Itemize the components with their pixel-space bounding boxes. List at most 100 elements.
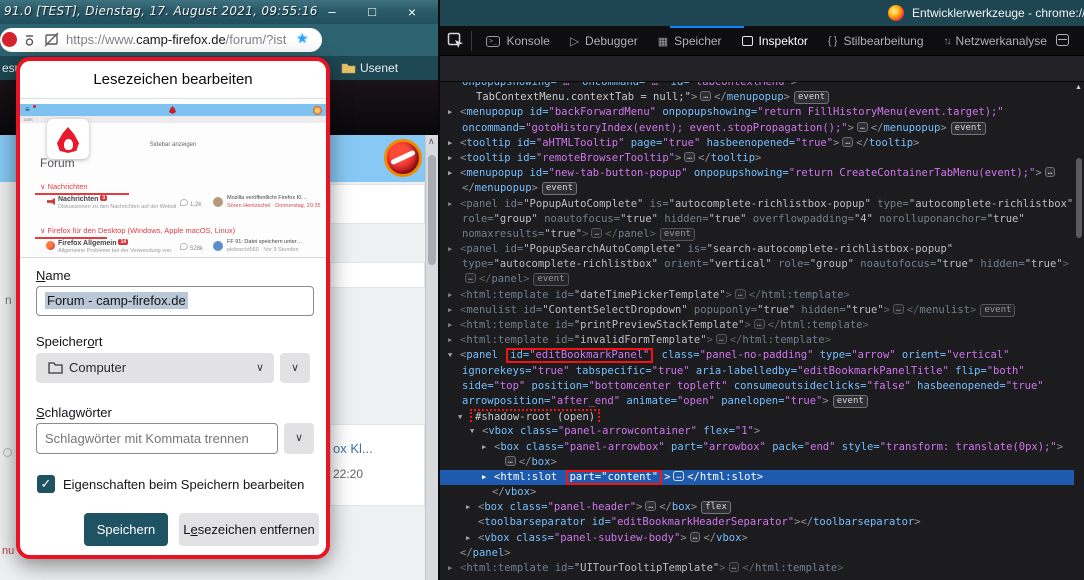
event-badge[interactable]: event <box>951 122 986 135</box>
markup-line[interactable]: ▶<box class="panel-arrowbox" part="arrow… <box>440 440 1074 455</box>
markup-line[interactable]: onpopupshowing="…" oncommand="…" id="tab… <box>440 82 1074 90</box>
event-badge[interactable]: event <box>533 273 568 286</box>
expand-arrow-icon[interactable]: ▶ <box>448 105 460 120</box>
markup-line[interactable]: </panel> <box>440 546 1074 561</box>
markup-line[interactable]: ▶<tooltip id="remoteBrowserTooltip">…</t… <box>440 151 1074 166</box>
ellipsis-badge[interactable]: … <box>645 501 656 511</box>
ellipsis-badge[interactable]: … <box>842 137 853 147</box>
markup-line[interactable]: ▶<tooltip id="aHTMLTooltip" page="true" … <box>440 136 1074 151</box>
markup-line[interactable]: </menupopup>event <box>440 181 1074 196</box>
tab-debugger[interactable]: ▷Debugger <box>560 26 648 56</box>
expand-arrow-icon[interactable]: ▶ <box>448 136 460 151</box>
markup-line[interactable]: type="autocomplete-richlistbox" orient="… <box>440 257 1074 272</box>
markup-line[interactable]: ignorekeys="true" tabspecific="true" ari… <box>440 364 1074 379</box>
expand-arrow-icon[interactable]: ▼ <box>458 410 470 424</box>
ellipsis-badge[interactable]: … <box>857 122 868 132</box>
event-badge[interactable]: event <box>794 91 829 104</box>
markup-line[interactable]: ▶<vbox class="panel-subview-body">…</vbo… <box>440 531 1074 546</box>
markup-line[interactable]: TabContextMenu.contextTab = null;">…</me… <box>440 90 1074 105</box>
expand-arrow-icon[interactable]: ▶ <box>448 288 460 303</box>
ellipsis-badge[interactable]: … <box>465 273 476 283</box>
event-badge[interactable]: flex <box>701 501 731 514</box>
tab-konsole[interactable]: >_Konsole <box>476 26 560 56</box>
blocked-content-icon[interactable] <box>44 32 59 47</box>
url-bar[interactable]: https://www.camp-firefox.de/forum/?ist ★ <box>0 28 322 52</box>
markup-line[interactable]: oncommand="gotoHistoryIndex(event); even… <box>440 121 1074 136</box>
tab-netzwerkanalyse[interactable]: ↑↓Netzwerkanalyse <box>934 26 1057 56</box>
markup-line[interactable]: ▶<menulist id="ContentSelectDropdown" po… <box>440 303 1074 318</box>
bookmark-star-icon[interactable]: ★ <box>296 30 309 47</box>
name-input[interactable]: Forum - camp-firefox.de <box>36 286 314 316</box>
markup-line[interactable]: ▼#shadow-root (open) <box>440 409 1074 424</box>
ellipsis-badge[interactable]: … <box>505 456 516 466</box>
scroll-up-arrow[interactable]: ▲ <box>1075 84 1082 91</box>
markup-line[interactable]: ▶<box class="panel-header">…</box>flex <box>440 500 1074 515</box>
expand-arrow-icon[interactable]: ▶ <box>448 561 460 576</box>
expand-arrow-icon[interactable]: ▶ <box>448 151 460 166</box>
event-badge[interactable]: event <box>660 228 695 241</box>
url-text[interactable]: https://www.camp-firefox.de/forum/?ist <box>66 32 286 47</box>
expand-arrow-icon[interactable]: ▼ <box>470 424 482 439</box>
expand-arrow-icon[interactable]: ▶ <box>448 303 460 318</box>
event-badge[interactable]: event <box>980 304 1015 317</box>
markup-line[interactable]: ▶<html:template id="UITourTooltipTemplat… <box>440 561 1074 576</box>
tab-stilbearbeitung[interactable]: { }Stilbearbeitung <box>818 26 934 56</box>
expand-arrow-icon[interactable]: ▶ <box>448 318 460 333</box>
event-badge[interactable]: event <box>833 395 868 408</box>
expand-arrow-icon[interactable]: ▶ <box>466 500 478 515</box>
page-link-fragment[interactable]: ox Kl... <box>333 441 373 456</box>
ellipsis-badge[interactable]: … <box>684 152 695 162</box>
markup-line[interactable]: arrowposition="after_end" animate="open"… <box>440 394 1074 409</box>
markup-line[interactable]: ▼<vbox class="panel-arrowcontainer" flex… <box>440 424 1074 439</box>
tags-expand-button[interactable]: ∨ <box>284 423 314 454</box>
markup-line[interactable]: ▼<panel id="editBookmarkPanel" class="pa… <box>440 348 1074 363</box>
ellipsis-badge[interactable]: … <box>754 319 765 329</box>
ellipsis-badge[interactable]: … <box>893 304 904 314</box>
markup-line[interactable]: ▶<panel id="PopupAutoComplete" is="autoc… <box>440 197 1074 212</box>
maximize-button[interactable]: □ <box>358 2 386 22</box>
markup-line[interactable]: role="group" noautofocus="true" hidden="… <box>440 212 1074 227</box>
markup-line[interactable]: ▶<html:template id="printPreviewStackTem… <box>440 318 1074 333</box>
bookmark-folder-usenet[interactable]: Usenet <box>360 61 398 75</box>
event-badge[interactable]: event <box>542 182 577 195</box>
tab-inspektor[interactable]: Inspektor <box>732 26 818 56</box>
tags-input[interactable]: Schlagwörter mit Kommata trennen <box>36 423 278 454</box>
markup-line-selected[interactable]: ▶<html:slot part="content">…</html:slot> <box>440 470 1074 485</box>
markup-line[interactable]: …</box> <box>440 455 1074 470</box>
ellipsis-badge[interactable]: … <box>729 562 740 572</box>
expand-arrow-icon[interactable]: ▼ <box>448 348 460 363</box>
page-scrollbar[interactable]: ∧ <box>425 135 438 580</box>
markup-line[interactable]: nomaxresults="true">…</panel>event <box>440 227 1074 242</box>
location-dropdown[interactable]: Computer ∨ <box>36 353 274 383</box>
ellipsis-badge[interactable]: … <box>690 532 701 542</box>
scrollbar-thumb[interactable] <box>1076 158 1082 238</box>
devtools-scrollbar[interactable]: ▲ <box>1074 82 1084 580</box>
minimize-button[interactable]: – <box>318 2 346 22</box>
expand-arrow-icon[interactable]: ▶ <box>482 470 494 485</box>
expand-arrow-icon[interactable]: ▶ <box>448 242 460 257</box>
location-expand-button[interactable]: ∨ <box>280 353 310 383</box>
markup-line[interactable]: </vbox> <box>440 485 1074 500</box>
expand-arrow-icon[interactable]: ▶ <box>466 531 478 546</box>
close-button[interactable]: × <box>398 2 426 22</box>
markup-line[interactable]: ▶<menupopup id="new-tab-button-popup" on… <box>440 166 1074 181</box>
tab-speicher[interactable]: ▦Speicher <box>648 26 732 56</box>
remove-bookmark-button[interactable]: Lesezeichen entfernen <box>179 513 319 546</box>
ellipsis-badge[interactable]: … <box>673 471 684 481</box>
markup-line[interactable]: ▶<html:template id="dateTimePickerTempla… <box>440 288 1074 303</box>
markup-line[interactable]: ▶<html:template id="invalidFormTemplate"… <box>440 333 1074 348</box>
expand-arrow-icon[interactable]: ▶ <box>482 440 494 455</box>
ellipsis-badge[interactable]: … <box>735 289 746 299</box>
markup-line[interactable]: …</panel>event <box>440 272 1074 287</box>
expand-arrow-icon[interactable]: ▶ <box>448 166 460 181</box>
scrollbar-thumb[interactable] <box>428 155 436 265</box>
ellipsis-badge[interactable]: … <box>700 91 711 101</box>
ellipsis-badge[interactable]: … <box>716 334 727 344</box>
markup-line[interactable]: side="top" position="bottomcenter toplef… <box>440 379 1074 394</box>
markup-line[interactable]: ▶<panel id="PopupSearchAutoComplete" is=… <box>440 242 1074 257</box>
permissions-icon[interactable] <box>24 33 38 47</box>
ellipsis-badge[interactable]: … <box>1045 167 1056 177</box>
expand-arrow-icon[interactable]: ▶ <box>448 197 460 212</box>
split-panel-icon[interactable] <box>1056 34 1069 46</box>
edit-on-save-checkbox[interactable]: ✓ <box>37 475 55 493</box>
